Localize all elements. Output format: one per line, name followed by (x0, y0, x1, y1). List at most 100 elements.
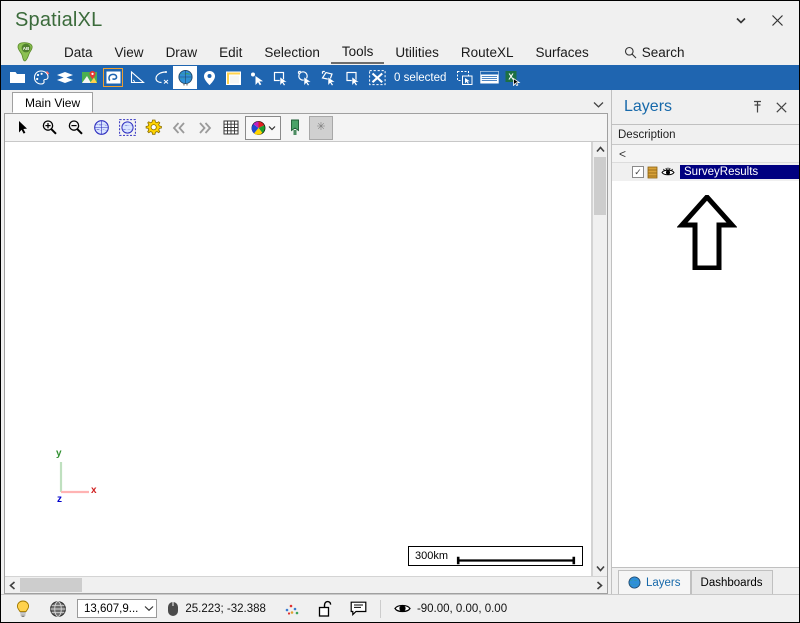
hint-indicator[interactable] (7, 597, 39, 621)
document-tabstrip: Main View (4, 92, 608, 114)
select-polygon-button[interactable] (317, 66, 341, 89)
menu-item-edit[interactable]: Edit (208, 42, 253, 63)
map-image-button[interactable] (77, 66, 101, 89)
document-area: Main View ✳ y x z 300km (1, 90, 611, 594)
globe-button[interactable] (173, 66, 197, 89)
menu-item-draw[interactable]: Draw (155, 42, 209, 63)
view-settings-button[interactable] (141, 116, 165, 140)
export-excel-button[interactable]: X (501, 66, 525, 89)
application-window: SpatialXL AB Data View Draw Edit Selecti… (0, 0, 800, 623)
menu-item-utilities[interactable]: Utilities (384, 42, 450, 63)
menu-item-selection[interactable]: Selection (253, 42, 331, 63)
previous-view-button[interactable] (167, 116, 191, 140)
layer-style-icon[interactable] (647, 166, 658, 179)
scroll-right-button[interactable] (592, 577, 607, 593)
boundary-button[interactable] (101, 66, 125, 89)
up-arrow-annotation-icon (676, 193, 738, 271)
layers-stack-button[interactable] (53, 66, 77, 89)
application-logo-button[interactable]: AB (9, 41, 43, 63)
chevron-down-icon (268, 125, 276, 130)
layers-panel: Layers Description < ✓ SurveyResults Lay… (611, 90, 799, 594)
grid-button[interactable] (219, 116, 243, 140)
menu-bar: AB Data View Draw Edit Selection Tools U… (1, 39, 799, 65)
scroll-left-button[interactable] (5, 577, 20, 593)
clear-measure-button[interactable] (149, 66, 173, 89)
selection-table-button[interactable] (477, 66, 501, 89)
selection-copy-button[interactable] (453, 66, 477, 89)
layers-collapse-all[interactable]: < (612, 145, 799, 163)
legend-button[interactable] (221, 66, 245, 89)
layers-column-header[interactable]: Description (612, 125, 799, 145)
chevron-down-icon (144, 606, 154, 612)
zoom-selected-button[interactable] (115, 116, 139, 140)
layer-name-label[interactable]: SurveyResults (680, 165, 799, 179)
layer-row-surveyresults[interactable]: ✓ SurveyResults (612, 163, 799, 181)
layers-tree-body[interactable] (612, 181, 799, 567)
pointer-tool-button[interactable] (11, 116, 35, 140)
projection-indicator[interactable] (41, 597, 75, 621)
close-icon (771, 14, 783, 26)
layer-eye-icon[interactable] (661, 166, 675, 178)
panel-tab-dashboards[interactable]: Dashboards (690, 570, 773, 594)
menu-item-routexl[interactable]: RouteXL (450, 42, 525, 63)
close-icon (775, 101, 787, 113)
select-polygon-icon (321, 70, 336, 86)
status-separator (379, 599, 381, 618)
minimize-button[interactable] (723, 5, 759, 35)
snapshot-button[interactable]: ✳ (309, 115, 333, 140)
select-rect-button[interactable] (269, 66, 293, 89)
close-button[interactable] (759, 5, 795, 35)
map-view-toolbar: ✳ (5, 114, 607, 142)
zoom-in-icon (42, 120, 57, 135)
zoom-out-button[interactable] (63, 116, 87, 140)
selection-count-label: 0 selected (394, 71, 447, 84)
globe-icon (628, 576, 641, 589)
layer-visibility-checkbox[interactable]: ✓ (632, 166, 644, 178)
tab-main-view[interactable]: Main View (12, 92, 94, 113)
scroll-up-button[interactable] (593, 142, 607, 157)
panel-pin-button[interactable] (745, 95, 769, 119)
menu-item-data[interactable]: Data (53, 42, 104, 63)
axis-label-x: x (91, 485, 97, 496)
canvas-vertical-scrollbar[interactable] (592, 142, 607, 576)
grid-icon (223, 120, 239, 135)
panel-close-button[interactable] (769, 95, 793, 119)
chevron-right-icon (596, 580, 603, 590)
menu-item-surfaces[interactable]: Surfaces (524, 42, 599, 63)
layers-panel-header: Layers (612, 90, 799, 124)
zoom-extents-button[interactable] (89, 116, 113, 140)
scroll-thumb-vertical[interactable] (594, 157, 606, 215)
select-circle-button[interactable] (293, 66, 317, 89)
marker-pin-button[interactable] (197, 66, 221, 89)
theme-palette-button[interactable] (245, 115, 281, 140)
scroll-thumb-horizontal[interactable] (20, 578, 82, 592)
tabstrip-overflow-button[interactable] (593, 100, 604, 110)
palette-button[interactable] (29, 66, 53, 89)
bookmark-flag-button[interactable] (283, 116, 307, 140)
legend-icon (225, 71, 241, 85)
map-pin-image-icon (81, 71, 97, 83)
zoom-in-button[interactable] (37, 116, 61, 140)
menu-item-view[interactable]: View (104, 42, 155, 63)
scroll-down-button[interactable] (593, 561, 607, 576)
select-point-button[interactable] (245, 66, 269, 89)
lock-indicator[interactable] (310, 597, 340, 621)
next-view-button[interactable] (193, 116, 217, 140)
scroll-track-vertical[interactable] (593, 215, 607, 561)
select-area-button[interactable] (341, 66, 365, 89)
measure-angle-button[interactable] (125, 66, 149, 89)
cursor-coordinates: 25.223; -32.388 (159, 597, 274, 621)
canvas-horizontal-scrollbar[interactable] (5, 576, 607, 593)
scale-selector[interactable]: 13,607,9... (77, 599, 158, 618)
map-canvas[interactable]: y x z 300km (5, 142, 592, 576)
lightbulb-icon (16, 600, 30, 617)
menu-item-tools[interactable]: Tools (330, 41, 385, 64)
panel-tab-layers[interactable]: Layers (618, 570, 691, 594)
open-folder-button[interactable] (5, 66, 29, 89)
search-box[interactable]: Search (616, 42, 693, 63)
notes-indicator[interactable] (342, 597, 375, 621)
clear-selection-button[interactable] (365, 66, 389, 89)
scroll-track-horizontal[interactable] (82, 577, 592, 593)
points-indicator[interactable] (276, 597, 308, 621)
panel-tab-dashboards-label: Dashboards (700, 576, 763, 589)
